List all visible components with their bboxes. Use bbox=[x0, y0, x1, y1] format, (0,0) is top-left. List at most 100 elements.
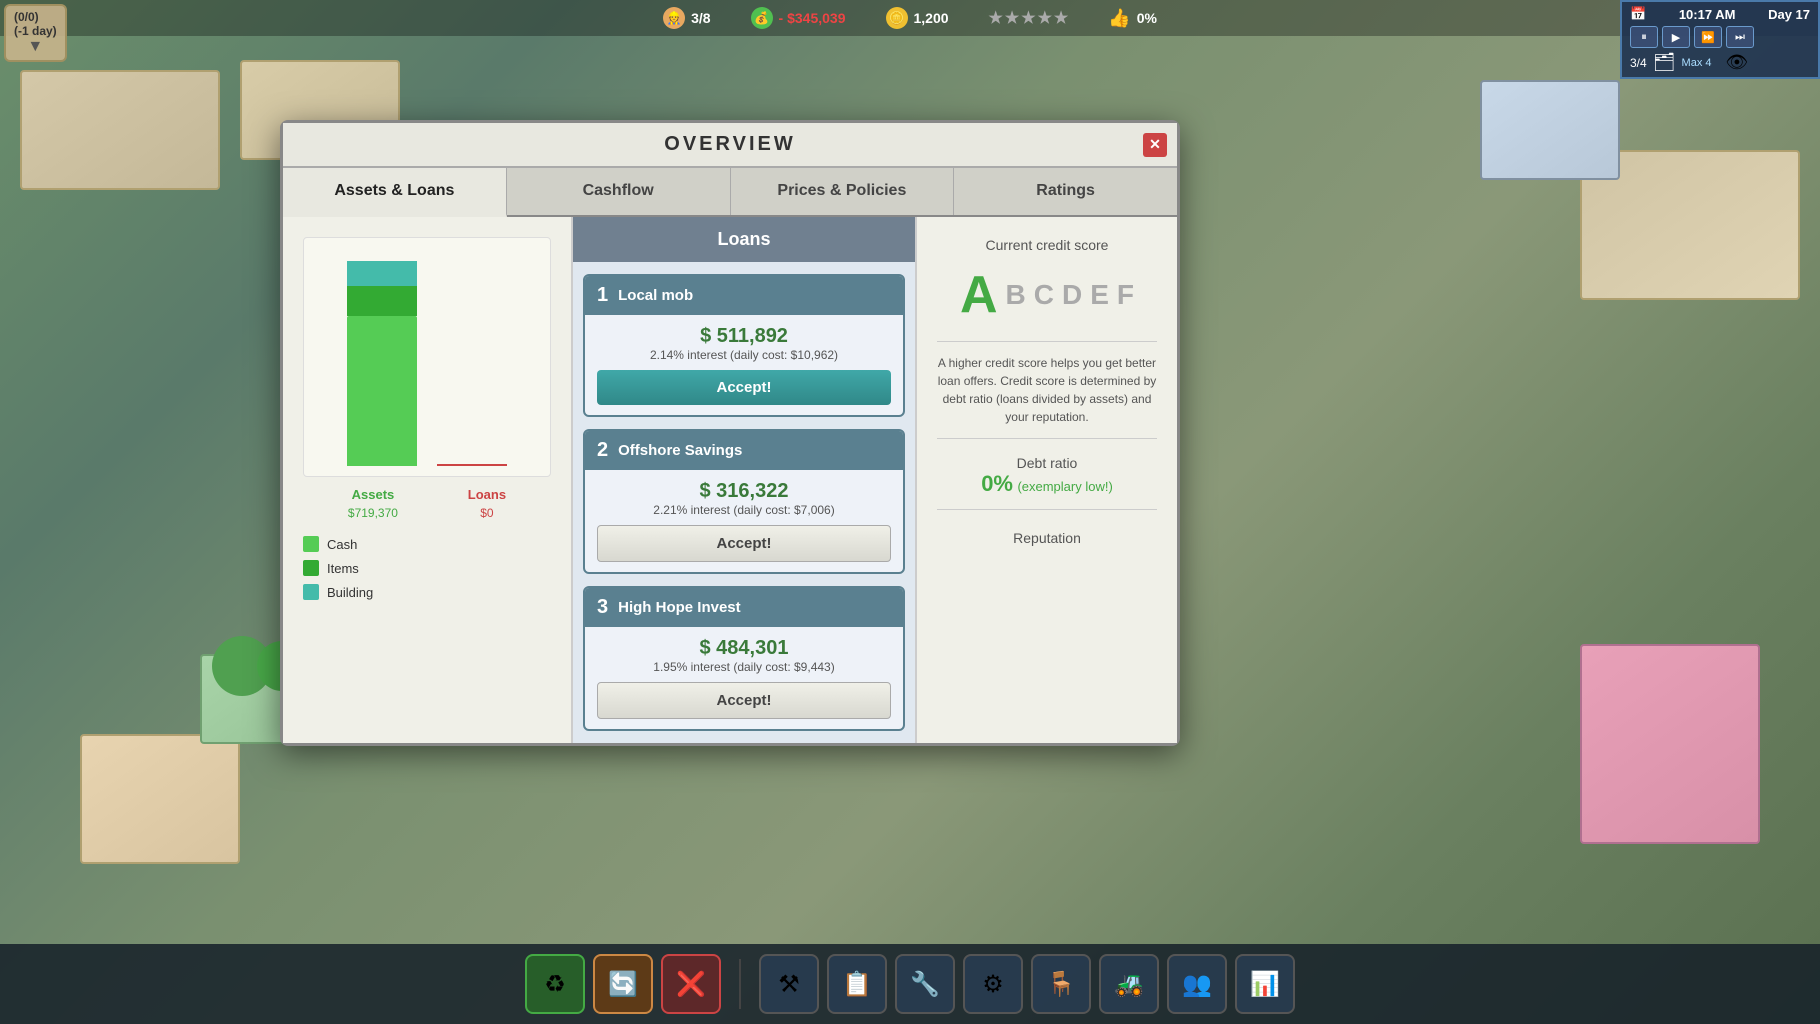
loans-title: Loans bbox=[573, 217, 915, 262]
grade-c: C bbox=[1034, 279, 1054, 311]
tab-ratings[interactable]: Ratings bbox=[954, 168, 1177, 215]
money-icon: 💰 bbox=[751, 7, 773, 29]
credit-scores-display: A B C D E F bbox=[937, 265, 1157, 325]
grade-a: A bbox=[960, 265, 998, 325]
credit-divider-3 bbox=[937, 509, 1157, 510]
loan-body-2: $ 316,322 2.21% interest (daily cost: $7… bbox=[585, 470, 903, 572]
play-button[interactable]: ▶ bbox=[1662, 26, 1690, 48]
workers-icon: 👷 bbox=[663, 7, 685, 29]
tab-cashflow[interactable]: Cashflow bbox=[507, 168, 731, 215]
items-bar bbox=[347, 286, 417, 316]
cash-bar bbox=[347, 316, 417, 466]
hud-stars: ★ ★ ★ ★ ★ bbox=[989, 8, 1069, 28]
toolbar-chart-button[interactable]: 📊 bbox=[1235, 954, 1295, 1014]
debt-ratio-title: Debt ratio bbox=[937, 455, 1157, 471]
info-line1: (0/0) bbox=[14, 10, 57, 24]
chart-panel: Assets $719,370 Loans $0 Cash Items bbox=[283, 217, 573, 743]
building-color bbox=[303, 584, 319, 600]
legend-items: Items bbox=[303, 560, 551, 576]
modal-title: OVERVIEW ✕ bbox=[283, 123, 1177, 168]
fastest-button[interactable]: ⏭ bbox=[1726, 26, 1754, 48]
grade-f: F bbox=[1117, 279, 1134, 311]
toolbar-bulldozer-button[interactable]: 🚜 bbox=[1099, 954, 1159, 1014]
modal-tabs: Assets & Loans Cashflow Prices & Policie… bbox=[283, 168, 1177, 217]
loans-panel: Loans 1 Local mob $ 511,892 2.14% intere… bbox=[573, 217, 917, 743]
layers-icon: 🗂 bbox=[1653, 52, 1676, 73]
items-color bbox=[303, 560, 319, 576]
cash-color bbox=[303, 536, 319, 552]
loan-body-3: $ 484,301 1.95% interest (daily cost: $9… bbox=[585, 627, 903, 729]
loan-header-1: 1 Local mob bbox=[585, 276, 903, 315]
chart-x-labels: Assets $719,370 Loans $0 bbox=[303, 487, 551, 520]
hud-balance: 💰 - $345,039 bbox=[751, 7, 846, 29]
credit-panel: Current credit score A B C D E F A highe… bbox=[917, 217, 1177, 743]
credit-score-title: Current credit score bbox=[937, 237, 1157, 253]
fast-forward-button[interactable]: ⏩ bbox=[1694, 26, 1722, 48]
modal-content: Assets $719,370 Loans $0 Cash Items bbox=[283, 217, 1177, 743]
city-building bbox=[80, 734, 240, 864]
toolbar-cancel-button[interactable]: ❌ bbox=[661, 954, 721, 1014]
hud-coins: 🪙 1,200 bbox=[886, 7, 949, 29]
accept-loan-1-button[interactable]: Accept! bbox=[597, 370, 891, 405]
credit-info-text: A higher credit score helps you get bett… bbox=[937, 354, 1157, 426]
clock-panel: 📅 10:17 AM Day 17 ⏸ ▶ ⏩ ⏭ 3/4 🗂 Max 4 👁 bbox=[1620, 0, 1820, 79]
city-building bbox=[20, 70, 220, 190]
toolbar-hammer-button[interactable]: ⚒ bbox=[759, 954, 819, 1014]
loan-header-3: 3 High Hope Invest bbox=[585, 588, 903, 627]
clock-icon: 📅 bbox=[1630, 6, 1646, 22]
loan-header-2: 2 Offshore Savings bbox=[585, 431, 903, 470]
clock-display: 📅 10:17 AM Day 17 bbox=[1630, 6, 1810, 22]
loan-card-1: 1 Local mob $ 511,892 2.14% interest (da… bbox=[583, 274, 905, 417]
city-building-pink bbox=[1580, 644, 1760, 844]
reputation-section: Reputation bbox=[937, 530, 1157, 546]
accept-loan-3-button[interactable]: Accept! bbox=[597, 682, 891, 719]
coin-icon: 🪙 bbox=[886, 7, 908, 29]
loan-body-1: $ 511,892 2.14% interest (daily cost: $1… bbox=[585, 315, 903, 415]
assets-bar-col bbox=[347, 246, 417, 466]
grade-b: B bbox=[1006, 279, 1026, 311]
grade-d: D bbox=[1062, 279, 1082, 311]
legend-cash: Cash bbox=[303, 536, 551, 552]
bottom-toolbar: ♻ 🔄 ❌ ⚒ 📋 🔧 ⚙ 🪑 🚜 👥 📊 bbox=[0, 944, 1820, 1024]
tab-assets-loans[interactable]: Assets & Loans bbox=[283, 168, 507, 217]
top-hud: 👷 3/8 💰 - $345,039 🪙 1,200 ★ ★ ★ ★ ★ 👍 0… bbox=[0, 0, 1820, 36]
chevron-down-icon[interactable]: ▼ bbox=[14, 38, 57, 56]
city-building-blue bbox=[1480, 80, 1620, 180]
top-left-info: (0/0) (-1 day) ▼ bbox=[4, 4, 67, 62]
modal-close-button[interactable]: ✕ bbox=[1143, 133, 1167, 157]
hud-approval: 👍 0% bbox=[1108, 8, 1157, 29]
clock-controls: ⏸ ▶ ⏩ ⏭ bbox=[1630, 26, 1810, 48]
debt-value: 0% bbox=[981, 471, 1013, 496]
loans-bar bbox=[437, 464, 507, 466]
legend-building: Building bbox=[303, 584, 551, 600]
toolbar-clipboard-button[interactable]: 📋 bbox=[827, 954, 887, 1014]
toolbar-settings-button[interactable]: ⚙ bbox=[963, 954, 1023, 1014]
toolbar-furniture-button[interactable]: 🪑 bbox=[1031, 954, 1091, 1014]
loan-card-3: 3 High Hope Invest $ 484,301 1.95% inter… bbox=[583, 586, 905, 731]
reputation-title: Reputation bbox=[937, 530, 1157, 546]
toolbar-transfer-button[interactable]: 🔄 bbox=[593, 954, 653, 1014]
credit-divider bbox=[937, 341, 1157, 342]
loans-bar-col bbox=[437, 246, 507, 466]
building-bar bbox=[347, 261, 417, 286]
toolbar-separator bbox=[739, 959, 741, 1009]
toolbar-people-button[interactable]: 👥 bbox=[1167, 954, 1227, 1014]
eye-icon[interactable]: 👁 bbox=[1726, 52, 1749, 73]
info-line2: (-1 day) bbox=[14, 24, 57, 38]
debt-label: (exemplary low!) bbox=[1017, 479, 1112, 494]
toolbar-wrench-button[interactable]: 🔧 bbox=[895, 954, 955, 1014]
toolbar-recycle-button[interactable]: ♻ bbox=[525, 954, 585, 1014]
tab-prices-policies[interactable]: Prices & Policies bbox=[731, 168, 955, 215]
debt-section: Debt ratio 0% (exemplary low!) bbox=[937, 455, 1157, 497]
hud-workers: 👷 3/8 bbox=[663, 7, 710, 29]
credit-divider-2 bbox=[937, 438, 1157, 439]
stars-bar: ★ ★ ★ ★ ★ bbox=[989, 8, 1069, 28]
accept-loan-2-button[interactable]: Accept! bbox=[597, 525, 891, 562]
loan-card-2: 2 Offshore Savings $ 316,322 2.21% inter… bbox=[583, 429, 905, 574]
assets-loans-chart bbox=[303, 237, 551, 477]
grade-e: E bbox=[1090, 279, 1109, 311]
layers-info: 3/4 🗂 Max 4 👁 bbox=[1630, 52, 1810, 73]
chart-legend: Cash Items Building bbox=[303, 536, 551, 600]
overview-modal: OVERVIEW ✕ Assets & Loans Cashflow Price… bbox=[280, 120, 1180, 746]
pause-button[interactable]: ⏸ bbox=[1630, 26, 1658, 48]
